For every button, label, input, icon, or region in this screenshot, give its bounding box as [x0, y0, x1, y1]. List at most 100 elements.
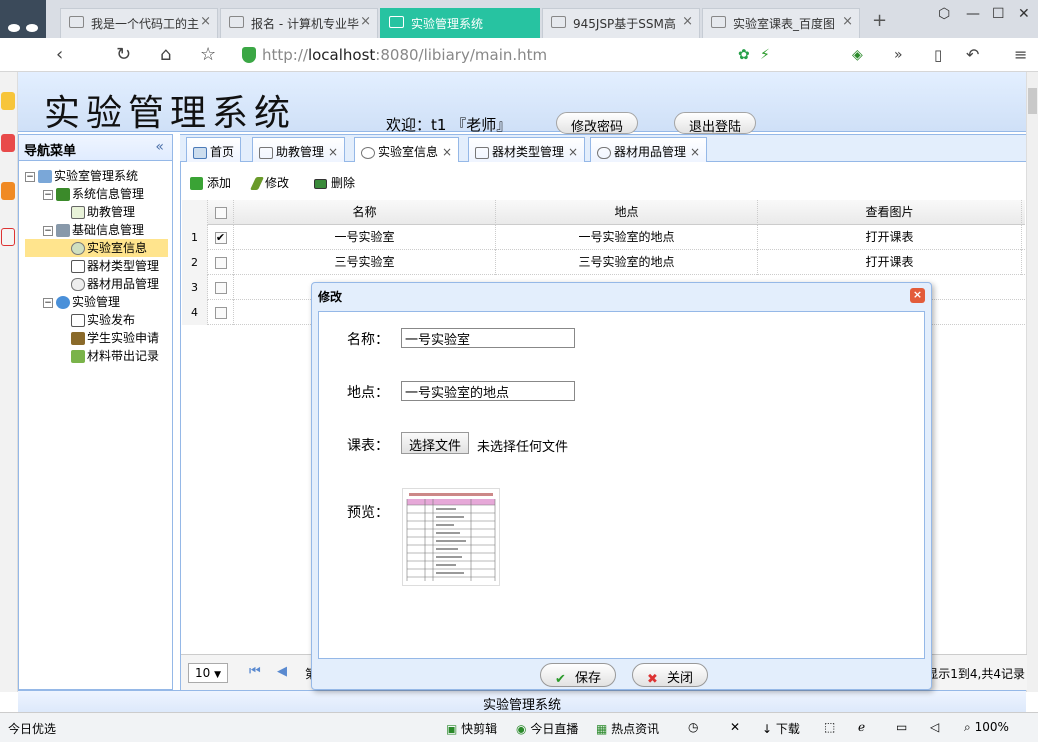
tab-assistant[interactable]: 助教管理 × — [252, 137, 346, 163]
logout-button[interactable]: 退出登陆 — [674, 112, 756, 135]
tree-node-student-application[interactable]: 学生实验申请 — [71, 329, 159, 347]
page-size-select[interactable]: 10 ▼ — [188, 663, 228, 683]
speed-dial-icon[interactable]: ◷ — [688, 720, 698, 734]
maximize-icon[interactable]: ☐ — [992, 6, 1005, 22]
row-checkbox-checked[interactable]: ✔ — [214, 231, 227, 244]
window-icon[interactable]: ▭ — [896, 720, 907, 734]
tree-node-experiment-publish[interactable]: 实验发布 — [71, 311, 135, 329]
row-checkbox-cell[interactable] — [208, 250, 234, 275]
location-field[interactable] — [401, 381, 575, 401]
download-item[interactable]: ↓ 下载 — [762, 720, 800, 737]
name-field[interactable] — [401, 328, 575, 348]
open-schedule-link[interactable]: 打开课表 — [758, 250, 1022, 275]
table-icon — [71, 206, 85, 219]
volume-icon[interactable]: ◁ — [930, 720, 939, 734]
row-checkbox[interactable] — [214, 281, 227, 294]
tab-close-icon[interactable]: × — [842, 14, 853, 29]
ie-icon[interactable]: ℯ — [858, 720, 865, 734]
browser-tab[interactable]: 945JSP基于SSM高 × — [542, 8, 700, 38]
status-left-label[interactable]: 今日优选 — [8, 720, 56, 737]
sidebar-mail-icon[interactable] — [1, 134, 15, 152]
tab-close-icon[interactable]: × — [200, 14, 211, 29]
prev-page-icon[interactable]: ◀ — [277, 664, 287, 679]
browser-tab[interactable]: 我是一个代码工的主 × — [60, 8, 218, 38]
browser-tab-active[interactable]: 实验管理系统 — [380, 8, 540, 38]
page-scrollbar[interactable] — [1026, 72, 1038, 692]
column-header-location[interactable]: 地点 — [496, 200, 758, 225]
safe-icon[interactable]: ◈ — [852, 47, 863, 63]
tree-node-experiment[interactable]: − 实验管理 — [43, 293, 120, 311]
browser-tab[interactable]: 实验室课表_百度图 × — [702, 8, 860, 38]
sidebar-app-icon[interactable] — [1, 182, 15, 200]
browser-tab[interactable]: 报名 - 计算机专业毕 × — [220, 8, 378, 38]
tab-home[interactable]: 首页 — [186, 137, 242, 163]
quick-edit-item[interactable]: ▣ 快剪辑 — [446, 720, 497, 737]
more-icon[interactable]: » — [894, 47, 903, 63]
select-all-checkbox[interactable] — [214, 206, 227, 219]
tab-close-icon[interactable]: × — [328, 145, 338, 159]
change-password-button[interactable]: 修改密码 — [556, 112, 638, 135]
choose-file-button[interactable]: 选择文件 — [401, 432, 470, 454]
minimize-icon[interactable]: — — [966, 6, 980, 22]
live-item[interactable]: ◉ 今日直播 — [516, 720, 578, 737]
tree-node-root[interactable]: − 实验室管理系统 — [25, 167, 138, 185]
delete-button[interactable]: 删除 — [314, 174, 355, 191]
skin-icon[interactable]: ⬡ — [938, 6, 950, 22]
tab-close-icon[interactable]: × — [360, 14, 371, 29]
undo-icon[interactable]: ↶ — [966, 45, 979, 64]
mobile-icon[interactable]: ⬚ — [824, 720, 835, 734]
tree-node-assistant[interactable]: 助教管理 — [71, 203, 135, 221]
collapse-icon[interactable]: « — [155, 139, 164, 155]
row-checkbox-cell[interactable]: ✔ — [208, 225, 234, 250]
speed-icon[interactable]: ⚡ — [760, 47, 770, 63]
close-window-icon[interactable]: ✕ — [1018, 6, 1030, 22]
table-row[interactable]: 1 ✔ 一号实验室 一号实验室的地点 打开课表 — [182, 225, 1025, 250]
tree-node-lab-info[interactable]: 实验室信息 — [25, 239, 168, 257]
tree-node-equipment-supplies[interactable]: 器材用品管理 — [71, 275, 159, 293]
column-header-picture[interactable]: 查看图片 — [758, 200, 1022, 225]
expand-minus-icon[interactable]: − — [43, 189, 53, 200]
expand-minus-icon[interactable]: − — [43, 225, 53, 236]
tab-equipment-supplies[interactable]: 器材用品管理 × — [590, 137, 708, 163]
tab-close-icon[interactable]: × — [690, 145, 700, 159]
tree-node-system-info[interactable]: − 系统信息管理 — [43, 185, 144, 203]
tree-node-basic-info[interactable]: − 基础信息管理 — [43, 221, 144, 239]
tab-equipment-type[interactable]: 器材类型管理 × — [468, 137, 586, 163]
dialog-close-icon[interactable]: × — [910, 288, 925, 303]
tree-node-equipment-type[interactable]: 器材类型管理 — [71, 257, 159, 275]
home-icon[interactable]: ⌂ — [160, 44, 171, 65]
table-row[interactable]: 2 三号实验室 三号实验室的地点 打开课表 — [182, 250, 1025, 275]
column-header-name[interactable]: 名称 — [234, 200, 496, 225]
row-checkbox[interactable] — [214, 256, 227, 269]
edit-button[interactable]: 修改 — [249, 174, 289, 191]
tab-close-icon[interactable]: × — [442, 145, 452, 159]
save-button[interactable]: ✔ 保存 — [540, 663, 617, 687]
zoom-control[interactable]: ⌕ 100% — [964, 720, 1009, 735]
sidebar-star-icon[interactable] — [1, 92, 15, 110]
new-tab-button[interactable]: + — [872, 10, 887, 31]
select-all-cell[interactable] — [208, 200, 234, 225]
add-button[interactable]: 添加 — [190, 174, 231, 191]
tree-node-material-out[interactable]: 材料带出记录 — [71, 347, 159, 365]
close-dialog-button[interactable]: ✖ 关闭 — [632, 663, 709, 687]
hot-news-item[interactable]: ▦ 热点资讯 — [596, 720, 659, 737]
bookmark-star-icon[interactable]: ☆ — [200, 44, 216, 65]
tab-close-icon[interactable]: × — [568, 145, 578, 159]
reload-icon[interactable]: ↻ — [116, 44, 131, 65]
reader-icon[interactable]: ▯ — [934, 46, 942, 64]
first-page-icon[interactable]: ⏮ — [249, 664, 261, 679]
back-icon[interactable]: ‹ — [56, 44, 63, 65]
row-checkbox-cell[interactable] — [208, 275, 234, 300]
row-checkbox-cell[interactable] — [208, 300, 234, 325]
menu-icon[interactable]: ≡ — [1014, 45, 1027, 64]
tool-icon[interactable]: ✕ — [730, 720, 740, 734]
tab-lab-info[interactable]: 实验室信息 × — [354, 137, 460, 164]
tab-close-icon[interactable]: × — [682, 14, 693, 29]
extension-icon[interactable]: ✿ — [738, 47, 750, 63]
open-schedule-link[interactable]: 打开课表 — [758, 225, 1022, 250]
sidebar-capture-icon[interactable] — [1, 228, 15, 246]
row-checkbox[interactable] — [214, 306, 227, 319]
expand-minus-icon[interactable]: − — [43, 297, 53, 308]
scrollbar-thumb[interactable] — [1028, 88, 1037, 114]
expand-minus-icon[interactable]: − — [25, 171, 35, 182]
